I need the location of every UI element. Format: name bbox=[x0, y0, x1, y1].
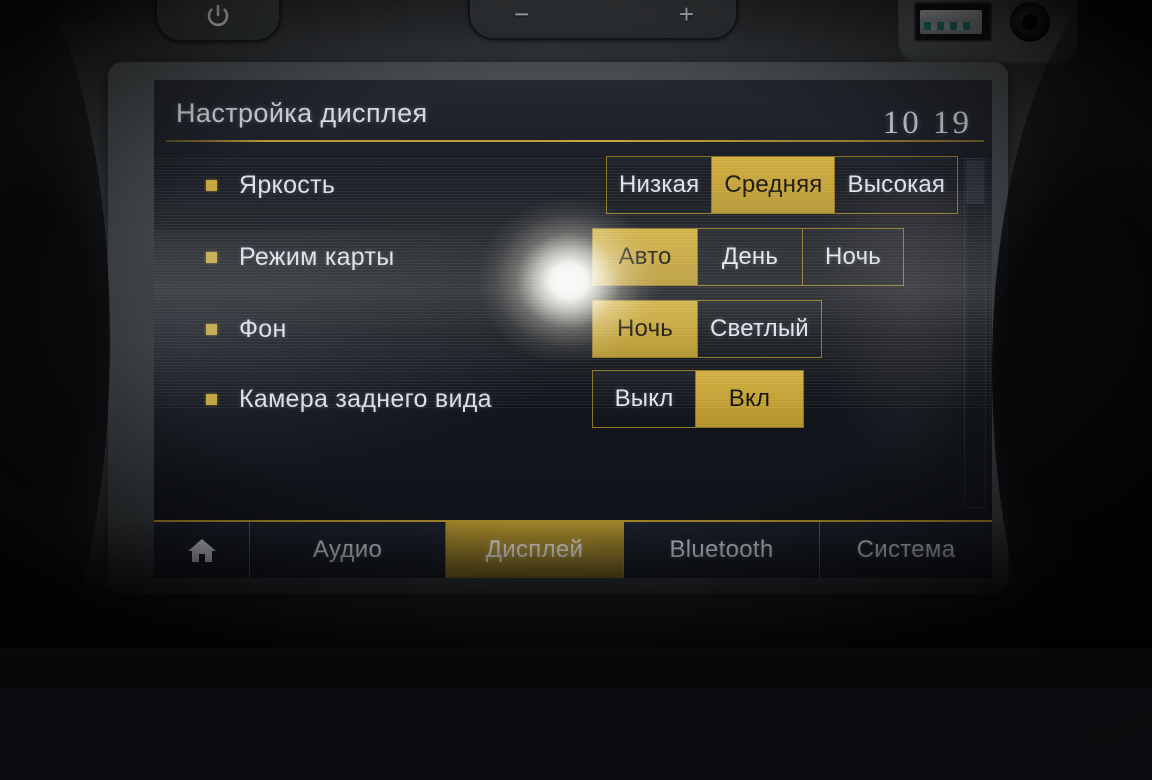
option-map-night[interactable]: Ночь bbox=[803, 229, 903, 285]
segmented-control-background: Ночь Светлый bbox=[592, 300, 822, 358]
option-background-night[interactable]: Ночь bbox=[593, 301, 698, 357]
option-map-day[interactable]: День bbox=[698, 229, 803, 285]
screen-bezel: Настройка дисплея 10 19 Яркость Низкая С… bbox=[108, 62, 1008, 594]
bullet-icon bbox=[206, 251, 217, 263]
setting-label-brightness: Яркость bbox=[239, 170, 336, 199]
option-brightness-high[interactable]: Высокая bbox=[835, 157, 958, 213]
power-icon bbox=[205, 3, 231, 29]
setting-label-map-mode: Режим карты bbox=[239, 242, 395, 271]
scrollbar-thumb[interactable] bbox=[966, 160, 984, 204]
usb-port bbox=[914, 2, 992, 42]
bullet-icon bbox=[206, 179, 217, 191]
settings-list: Яркость Низкая Средняя Высокая Режим кар… bbox=[154, 152, 992, 516]
screen-header: Настройка дисплея 10 19 bbox=[154, 80, 992, 148]
option-map-auto[interactable]: Авто bbox=[593, 229, 698, 285]
option-background-light[interactable]: Светлый bbox=[698, 301, 821, 357]
scrollbar[interactable] bbox=[964, 158, 986, 508]
segmented-control-map-mode: Авто День Ночь bbox=[592, 228, 904, 286]
lcd-screen: Настройка дисплея 10 19 Яркость Низкая С… bbox=[154, 80, 992, 578]
setting-label-background: Фон bbox=[239, 314, 287, 343]
setting-row-background: Фон Ночь Светлый bbox=[154, 300, 992, 358]
volume-rocker[interactable]: − + bbox=[468, 0, 738, 40]
segmented-control-brightness: Низкая Средняя Высокая bbox=[606, 156, 959, 214]
option-camera-off[interactable]: Выкл bbox=[593, 371, 696, 427]
setting-row-brightness: Яркость Низкая Средняя Высокая bbox=[154, 156, 992, 214]
page-title: Настройка дисплея bbox=[176, 98, 428, 128]
eject-disc-icon[interactable] bbox=[72, 2, 106, 34]
volume-down-icon[interactable]: − bbox=[514, 1, 529, 27]
segmented-control-rear-camera: Выкл Вкл bbox=[592, 370, 804, 428]
setting-label-rear-camera: Камера заднего вида bbox=[239, 384, 492, 413]
setting-row-rear-camera: Камера заднего вида Выкл Вкл bbox=[154, 370, 992, 428]
option-camera-on[interactable]: Вкл bbox=[696, 371, 803, 427]
option-brightness-low[interactable]: Низкая bbox=[607, 157, 713, 213]
clock: 10 19 bbox=[882, 105, 972, 141]
power-button[interactable] bbox=[155, 0, 281, 42]
bullet-icon bbox=[206, 393, 217, 405]
setting-row-map-mode: Режим карты Авто День Ночь bbox=[154, 228, 992, 286]
volume-up-icon[interactable]: + bbox=[679, 1, 694, 27]
aux-jack bbox=[1010, 2, 1050, 42]
header-divider bbox=[166, 140, 984, 142]
bullet-icon bbox=[206, 323, 217, 335]
car-head-unit: − + Настройка дисплея 10 19 Яркость Низк… bbox=[0, 0, 1152, 780]
option-brightness-medium[interactable]: Средняя bbox=[712, 157, 836, 213]
bottom-shadow-overlay bbox=[0, 518, 1152, 688]
